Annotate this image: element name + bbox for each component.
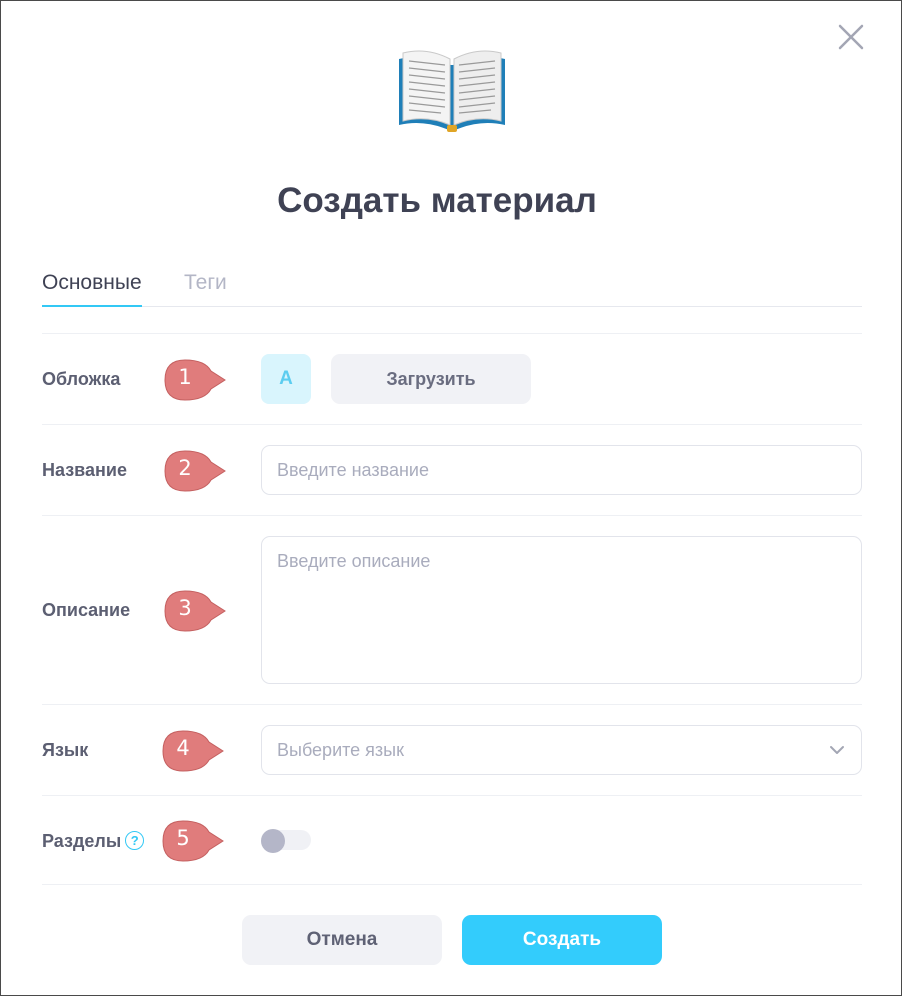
cover-label: Обложка (42, 369, 121, 389)
name-input[interactable]: Введите название (261, 445, 862, 495)
name-placeholder: Введите название (277, 460, 429, 480)
language-placeholder: Выберите язык (277, 740, 404, 760)
sections-label: Разделы? (42, 831, 145, 852)
annotation-marker-1: 1 (161, 357, 227, 403)
upload-cover-button[interactable]: Загрузить (331, 354, 531, 404)
language-select[interactable]: Выберите язык (261, 725, 862, 775)
create-material-dialog: Создать материал Основные Теги Обложка 1… (0, 0, 902, 996)
sections-label-text: Разделы (42, 831, 122, 851)
divider (42, 424, 862, 425)
help-icon[interactable]: ? (125, 831, 145, 850)
open-book-icon (399, 50, 505, 132)
annotation-marker-2: 2 (161, 448, 227, 494)
close-button[interactable] (837, 23, 865, 51)
close-icon (838, 24, 864, 50)
toggle-knob (261, 829, 285, 853)
tab-bar: Основные Теги (42, 269, 862, 307)
divider (42, 333, 862, 334)
description-textarea[interactable]: Введите описание (261, 536, 862, 684)
tab-tags[interactable]: Теги (184, 269, 227, 305)
description-placeholder: Введите описание (277, 551, 431, 571)
name-label: Название (42, 460, 127, 480)
divider (42, 515, 862, 516)
sections-toggle[interactable] (261, 829, 311, 853)
annotation-marker-3: 3 (161, 588, 227, 634)
language-label: Язык (42, 740, 89, 760)
divider (42, 704, 862, 705)
divider (42, 795, 862, 796)
cover-avatar: A (261, 354, 311, 404)
cancel-button[interactable]: Отмена (242, 915, 442, 965)
tab-basic[interactable]: Основные (42, 269, 142, 307)
divider (42, 884, 862, 885)
create-button[interactable]: Создать (462, 915, 662, 965)
chevron-down-icon (830, 746, 844, 754)
dialog-title: Создать материал (277, 181, 597, 220)
description-label: Описание (42, 600, 131, 620)
annotation-marker-5: 5 (159, 818, 225, 864)
annotation-marker-4: 4 (159, 728, 225, 774)
